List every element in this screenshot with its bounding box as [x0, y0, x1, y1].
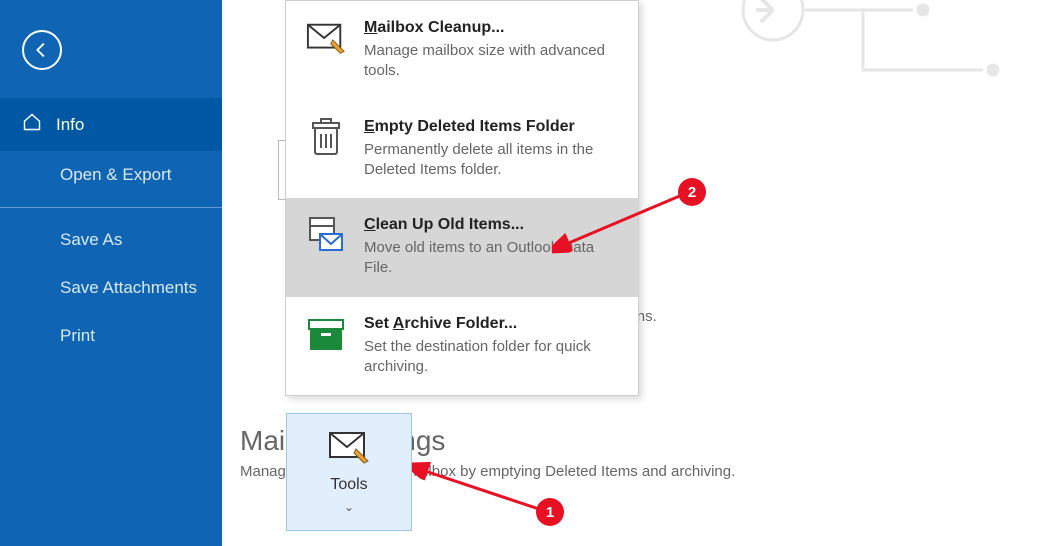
sidebar-item-save-attachments[interactable]: Save Attachments [0, 264, 222, 312]
tools-button[interactable]: Tools ⌄ [286, 413, 412, 531]
sidebar-item-info[interactable]: Info [0, 98, 222, 151]
sidebar-item-save-as[interactable]: Save As [0, 216, 222, 264]
menu-item-empty-deleted[interactable]: Empty Deleted Items Folder Permanently d… [286, 100, 638, 199]
annotation-marker-1: 1 [536, 498, 564, 526]
archive-envelope-icon [306, 216, 346, 256]
chevron-down-icon: ⌄ [344, 500, 354, 514]
sidebar-item-open-export[interactable]: Open & Export [0, 151, 222, 199]
envelope-clean-icon [306, 19, 346, 59]
menu-item-set-archive-folder[interactable]: Set Archive Folder... Set the destinatio… [286, 297, 638, 396]
envelope-clean-icon [328, 431, 370, 470]
tools-button-label: Tools [330, 476, 367, 494]
archive-box-icon [306, 315, 346, 355]
menu-item-mailbox-cleanup[interactable]: Mailbox Cleanup... Manage mailbox size w… [286, 1, 638, 100]
sidebar-item-label: Info [56, 115, 84, 135]
annotation-arrow-2 [552, 190, 702, 260]
annotation-marker-2: 2 [678, 178, 706, 206]
trash-icon [306, 118, 346, 158]
sidebar-item-label: Save Attachments [26, 278, 197, 298]
menu-item-title: Empty Deleted Items Folder [364, 118, 620, 136]
menu-item-description: Set the destination folder for quick arc… [364, 337, 620, 378]
sidebar-item-label: Open & Export [26, 165, 172, 185]
sidebar-item-label: Print [26, 326, 95, 346]
sidebar-item-label: Save As [26, 230, 122, 250]
back-button[interactable] [22, 30, 62, 70]
menu-item-title: Mailbox Cleanup... [364, 19, 620, 37]
sidebar-divider [0, 207, 222, 208]
annotation-arrow-1 [412, 460, 552, 520]
home-icon [22, 112, 42, 137]
sidebar-item-print[interactable]: Print [0, 312, 222, 360]
menu-item-description: Permanently delete all items in the Dele… [364, 140, 620, 181]
menu-item-title: Set Archive Folder... [364, 315, 620, 333]
menu-item-description: Manage mailbox size with advanced tools. [364, 41, 620, 82]
